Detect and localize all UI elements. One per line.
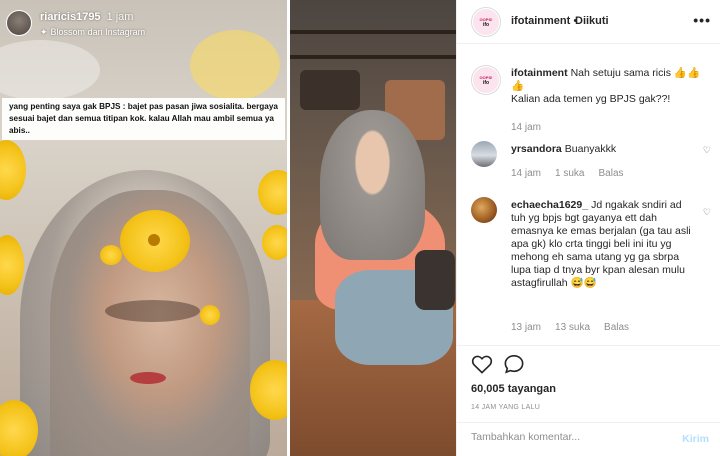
post-comment-button[interactable]: Kirim [682,433,709,445]
story-time: 1 jam [106,11,134,23]
background-blur [0,40,100,100]
post-header: OOPS! ifo ifotainment • Diikuti ••• [457,0,720,44]
logo-text-bottom: ifo [482,21,490,28]
comment-avatar[interactable] [471,197,497,223]
eyes-shape [105,300,200,322]
comment-username[interactable]: yrsandora [511,143,562,155]
comment-time[interactable]: 14 jam [511,168,541,179]
story-caption: yang penting saya gak BPJS : bajet pas p… [2,98,285,140]
shelf [290,55,456,59]
comment-username[interactable]: ifotainment [511,67,568,79]
comment-avatar[interactable] [471,141,497,167]
comments-list: OOPS! ifo ifotainment Nah setuju sama ric… [457,45,720,345]
story-effect-source: dari Instagram [87,27,146,37]
bag-shape [415,250,455,310]
flower-sticker-center [148,234,160,246]
view-count[interactable]: 60,005 tayangan [471,383,556,395]
comment-time[interactable]: 13 jam [511,322,541,333]
story-effect-line[interactable]: ✦ Blossom dari Instagram [40,27,145,38]
reply-button[interactable]: Balas [598,168,623,179]
flower-sticker [262,225,287,260]
follow-status[interactable]: Diikuti [575,15,609,27]
sparkle-icon: ✦ [40,27,48,37]
flower-blur [190,30,280,100]
story-effect-name: Blossom [50,27,86,37]
story-username-line[interactable]: riaricis1795 1 jam [40,11,133,23]
account-avatar[interactable]: OOPS! ifo [471,7,501,37]
comment-avatar[interactable]: OOPS! ifo [471,65,501,95]
post-timestamp[interactable]: 14 JAM YANG LALU [471,404,540,411]
flower-sticker [100,245,122,265]
story-screenshot: riaricis1795 1 jam ✦ Blossom dari Instagra… [0,0,287,456]
comment-likes[interactable]: 13 suka [555,322,590,333]
chair-shape [300,70,360,110]
comment-bubble-icon[interactable] [503,354,525,374]
comment-meta: 14 jam 1 suka Balas [511,168,638,179]
account-username-text[interactable]: ifotainment [511,15,570,27]
comment-meta: 14 jam [511,122,555,133]
like-comment-heart-icon[interactable]: ♡ [703,145,711,156]
comment-username[interactable]: echaecha1629_ [511,199,588,211]
comment-logo: OOPS! ifo [473,67,499,93]
comment-body: yrsandora Buanyakkk [511,143,701,156]
comment-text: Jd ngakak sndiri ad tuh yg bpjs bgt gaya… [511,199,691,289]
comment-body: echaecha1629_ Jd ngakak sndiri ad tuh yg … [511,199,697,290]
comment-meta: 13 jam 13 suka Balas [511,322,643,333]
add-comment-bar: Kirim [457,422,720,456]
flower-sticker [0,140,26,200]
flower-sticker [200,305,220,325]
comment-time[interactable]: 14 jam [511,122,541,133]
shelf [290,30,456,34]
account-logo: OOPS! ifo [473,9,499,35]
reply-button[interactable]: Balas [604,322,629,333]
more-dots-icon[interactable]: ••• [693,12,711,28]
lips-shape [130,372,166,384]
story-username[interactable]: riaricis1795 [40,11,101,23]
comment-likes[interactable]: 1 suka [555,168,584,179]
like-heart-icon[interactable] [471,354,493,374]
comment-input[interactable] [471,431,661,443]
comment-body: ifotainment Nah setuju sama ricis 👍👍👍 Kal… [511,67,701,106]
flower-sticker [258,170,287,215]
account-username[interactable]: ifotainment • [511,15,577,27]
post-media[interactable]: riaricis1795 1 jam ✦ Blossom dari Instagra… [0,0,456,456]
photo-cafe [290,0,456,456]
story-avatar[interactable] [6,10,32,36]
post-sidebar: OOPS! ifo ifotainment • Diikuti ••• OOPS… [456,0,720,456]
comment-text: Buanyakkk [564,143,617,155]
person-hijab-shape [320,110,425,260]
like-comment-heart-icon[interactable]: ♡ [703,207,711,218]
flower-sticker [0,235,24,295]
logo-text-bottom: ifo [482,79,490,86]
